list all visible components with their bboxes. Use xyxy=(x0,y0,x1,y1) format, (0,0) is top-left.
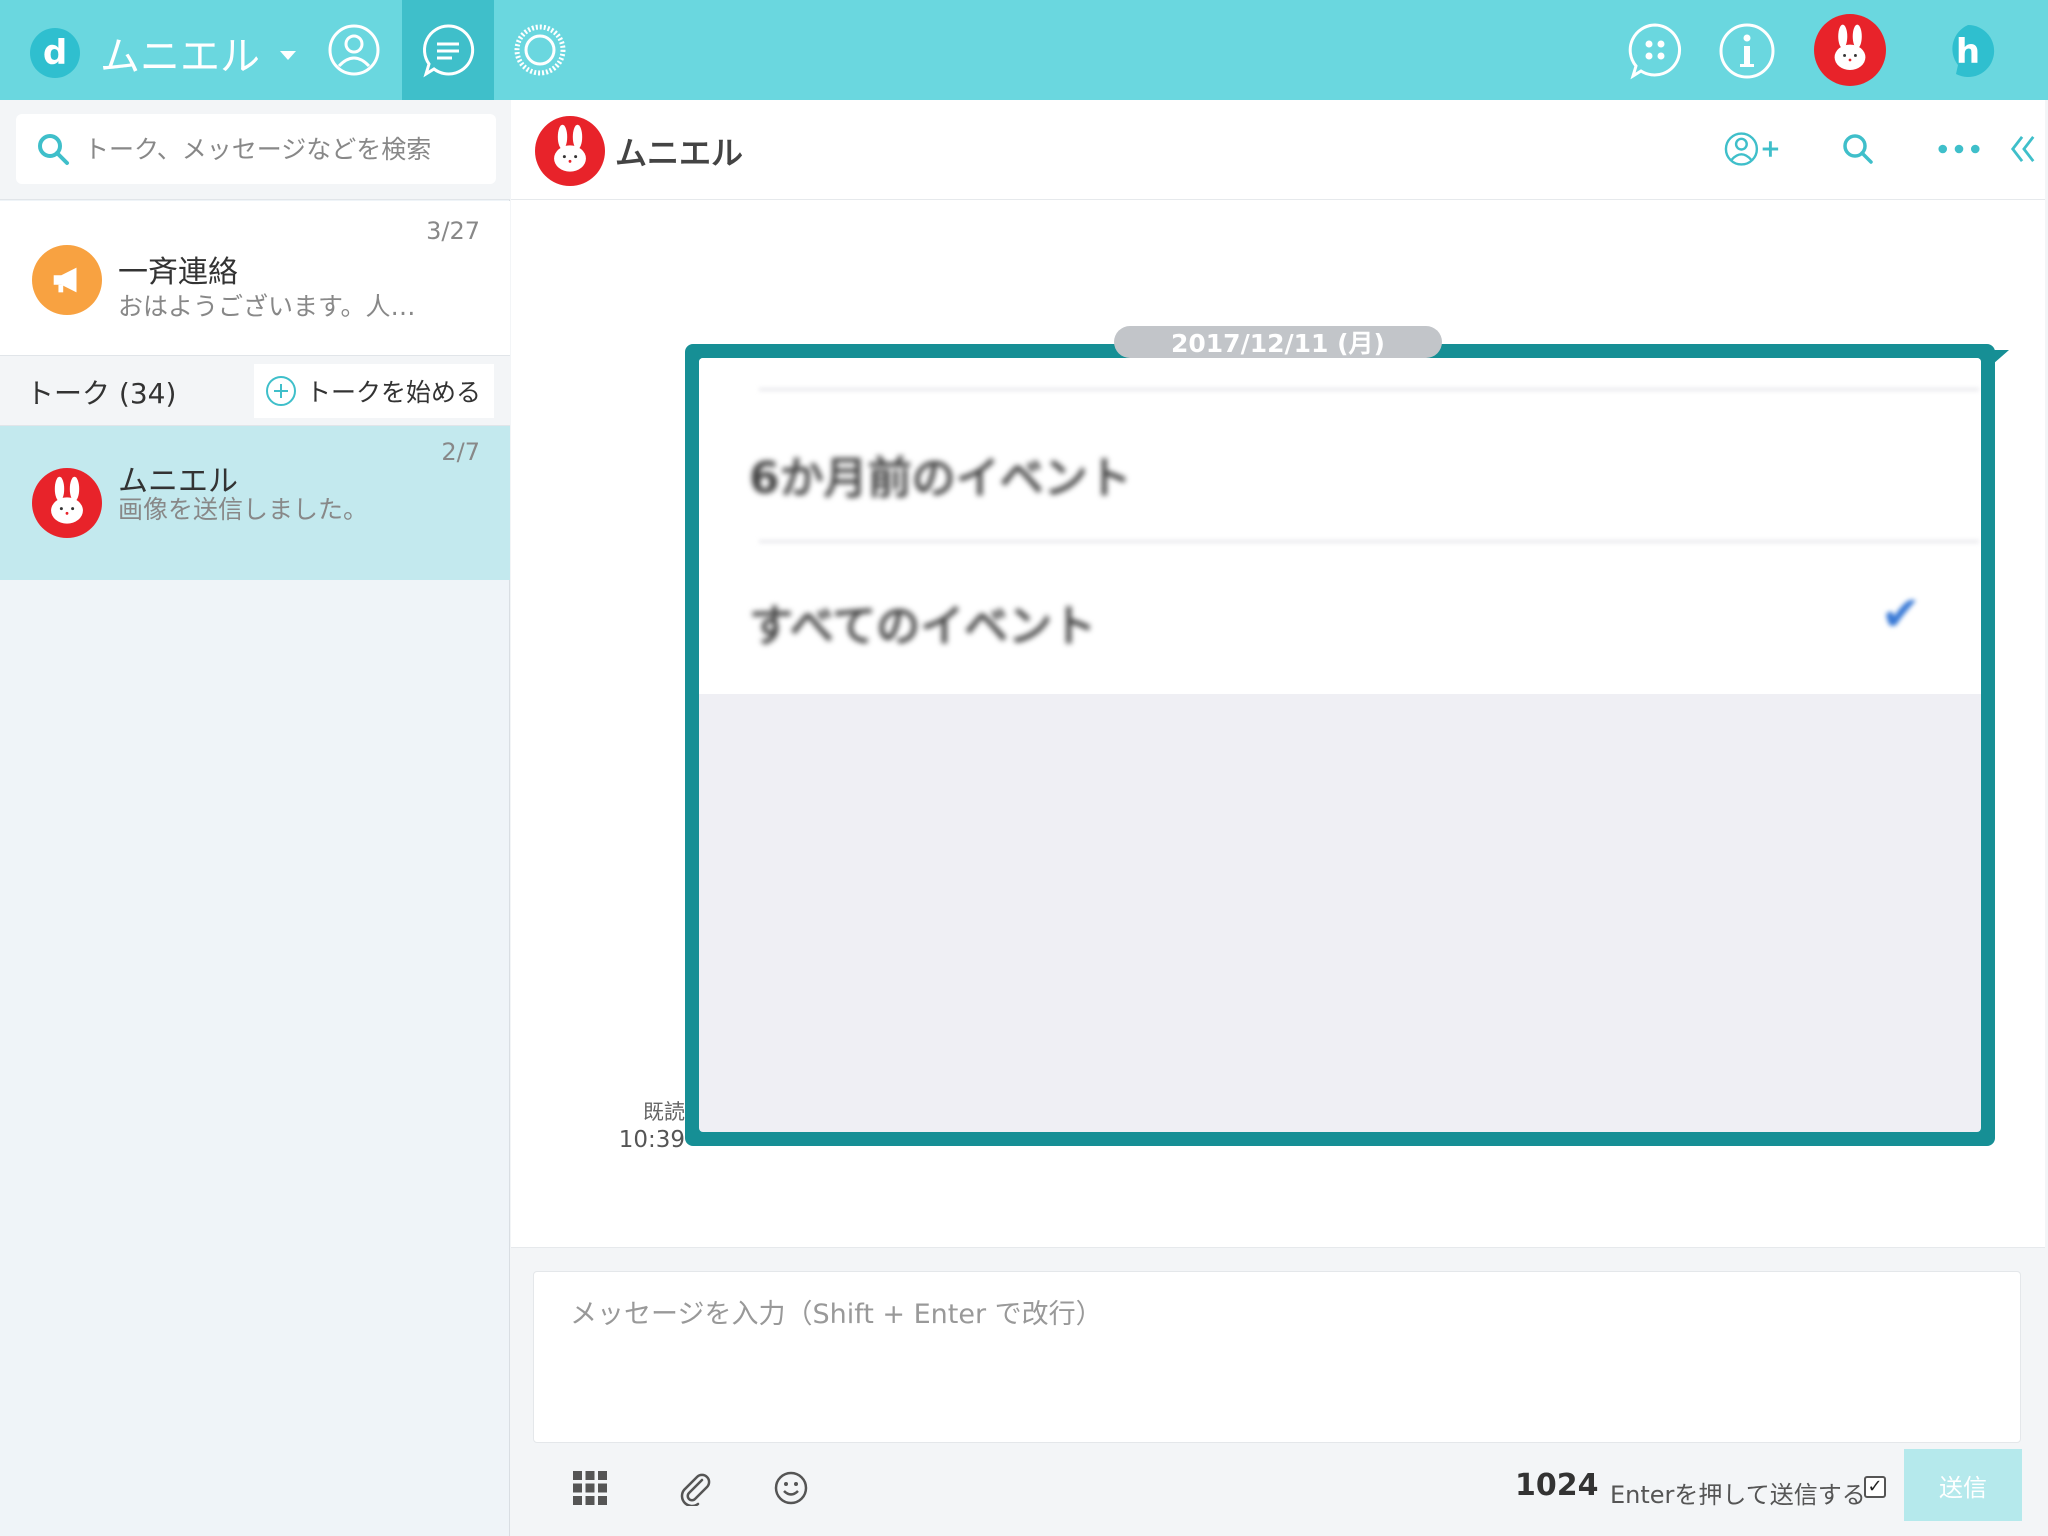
image-text-row-1: 6か月前のイベント xyxy=(749,453,1132,504)
image-message-bubble[interactable]: 6か月前のイベント すべてのイベント ✔ xyxy=(685,344,2009,1146)
attach-file-button[interactable] xyxy=(669,1463,719,1513)
search-box[interactable] xyxy=(16,114,496,184)
add-member-button[interactable] xyxy=(1723,124,1783,174)
apps-button[interactable] xyxy=(1622,18,1688,84)
caret-down-icon xyxy=(280,50,296,60)
stamp-button[interactable] xyxy=(565,1463,615,1513)
broadcast-avatar xyxy=(32,245,102,315)
chat-avatar[interactable] xyxy=(535,116,605,186)
char-count: 1024 xyxy=(1515,1468,1599,1503)
image-text-row-2: すべてのイベント xyxy=(749,601,1097,652)
broadcast-item[interactable]: 3/27 一斉連絡 おはようございます。人… xyxy=(0,201,510,356)
composer: 1024 Enterを押して送信する ✓ 送信 xyxy=(511,1247,2045,1536)
chat-panel: ムニエル 6か月前のイベント すべてのイベント ✔ 2017/12/11 (月)… xyxy=(511,100,2045,1536)
top-bar: d ムニエル h xyxy=(0,0,2048,100)
more-options-button[interactable] xyxy=(1929,124,1989,174)
start-talk-label: トークを始める xyxy=(306,378,482,407)
person-icon xyxy=(328,24,380,76)
add-person-icon xyxy=(1724,132,1779,166)
image-divider xyxy=(759,540,1979,543)
image-list-area: 6か月前のイベント すべてのイベント ✔ xyxy=(699,358,1981,694)
talk-preview: 画像を送信しました。 xyxy=(118,495,369,524)
timeline-ring-icon xyxy=(514,24,566,76)
double-chevron-left-icon xyxy=(2010,136,2035,162)
enter-to-send-checkbox[interactable]: ✓ xyxy=(1864,1476,1886,1498)
info-button[interactable] xyxy=(1714,18,1780,84)
broadcast-preview: おはようございます。人… xyxy=(118,292,416,321)
broadcast-date: 3/27 xyxy=(426,217,480,245)
sent-image[interactable]: 6か月前のイベント すべてのイベント ✔ xyxy=(699,358,1981,1132)
brand-logo: d xyxy=(30,28,80,78)
search-input[interactable] xyxy=(84,134,464,164)
smiley-icon xyxy=(774,1471,808,1505)
org-switcher[interactable]: d ムニエル xyxy=(30,24,296,82)
search-icon xyxy=(1843,134,1873,164)
enter-to-send-label: Enterを押して送信する xyxy=(1610,1481,1866,1509)
message-input[interactable] xyxy=(533,1271,2021,1443)
collapse-panel-button[interactable] xyxy=(2005,124,2041,174)
talk-list-item[interactable]: 2/7 ムニエル 画像を送信しました。 xyxy=(0,426,510,580)
send-button[interactable]: 送信 xyxy=(1904,1449,2022,1521)
user-avatar-button[interactable] xyxy=(1814,14,1886,86)
external-service-button[interactable]: h xyxy=(1935,18,2001,84)
message-time: 10:39 xyxy=(618,1127,685,1153)
h-letter-icon: h xyxy=(1952,24,1995,77)
chat-bubble-icon xyxy=(423,24,475,78)
talk-count: トーク (34) xyxy=(26,377,177,410)
talk-avatar xyxy=(32,468,102,538)
rabbit-avatar-icon xyxy=(51,476,83,524)
grid-icon xyxy=(573,1471,607,1505)
checkmark-icon: ✔ xyxy=(1880,586,1921,642)
rabbit-avatar-icon xyxy=(554,124,586,172)
paperclip-icon xyxy=(680,1473,711,1506)
nav-timeline[interactable] xyxy=(494,0,586,100)
talk-date: 2/7 xyxy=(441,438,480,466)
sidebar: 3/27 一斉連絡 おはようございます。人… トーク (34) トークを始める … xyxy=(0,100,510,1536)
image-divider xyxy=(759,388,1979,391)
emoji-button[interactable] xyxy=(766,1463,816,1513)
chat-header: ムニエル xyxy=(511,100,2045,200)
chat-search-button[interactable] xyxy=(1833,124,1883,174)
read-receipt: 既読 xyxy=(643,1100,685,1124)
org-name: ムニエル xyxy=(100,34,260,80)
chat-title: ムニエル xyxy=(615,134,744,172)
nav-talk[interactable] xyxy=(402,0,494,100)
info-icon xyxy=(1719,23,1775,79)
talk-list-header: トーク (34) トークを始める xyxy=(0,356,510,426)
broadcast-title: 一斉連絡 xyxy=(118,255,238,290)
nav-contacts[interactable] xyxy=(308,0,400,100)
message-list[interactable]: 6か月前のイベント すべてのイベント ✔ 2017/12/11 (月) 既読 1… xyxy=(511,201,2045,1347)
megaphone-icon xyxy=(53,267,77,293)
search-icon xyxy=(38,134,69,165)
svg-text:h: h xyxy=(1956,32,1980,72)
apps-bubble-icon xyxy=(1628,23,1682,80)
start-talk-button[interactable]: トークを始める xyxy=(254,364,494,418)
date-separator: 2017/12/11 (月) xyxy=(1114,326,1442,358)
more-dots-icon xyxy=(1938,144,1980,154)
plus-circle-icon xyxy=(266,376,296,406)
search-area xyxy=(0,100,510,200)
rabbit-avatar-icon xyxy=(1834,24,1866,70)
